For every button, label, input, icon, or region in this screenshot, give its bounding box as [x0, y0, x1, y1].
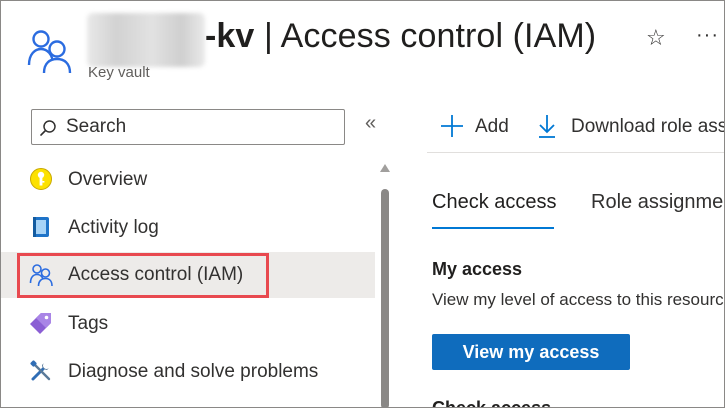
my-access-heading: My access — [432, 259, 523, 279]
more-icon[interactable]: ··· — [696, 25, 719, 45]
view-my-access-button[interactable]: View my access — [432, 334, 630, 370]
check-access-heading: Check access — [432, 398, 552, 408]
sidebar-item-label: Tags — [68, 313, 109, 334]
download-label: Download role assignments — [571, 116, 724, 137]
resource-type-subtitle: Key vault — [88, 64, 150, 81]
redacted-resource-name — [87, 13, 205, 67]
sidebar-item-diagnose[interactable]: Diagnose and solve problems — [17, 349, 373, 395]
sidebar-item-label: Overview — [68, 169, 148, 190]
add-label: Add — [475, 116, 509, 137]
tab-role-assignments[interactable]: Role assignments — [591, 191, 724, 214]
tags-icon — [30, 313, 51, 334]
sidebar-item-label: Diagnose and solve problems — [68, 361, 319, 382]
sidebar-search[interactable] — [31, 109, 345, 145]
my-access-description: View my level of access to this resource… — [432, 290, 725, 309]
scrollbar-thumb[interactable] — [381, 189, 389, 407]
activity-log-icon — [33, 217, 49, 237]
sidebar-item-activity-log[interactable]: Activity log — [17, 205, 373, 251]
tab-check-access[interactable]: Check access — [432, 191, 557, 214]
page-title: -kv | Access control (IAM) — [205, 17, 596, 56]
blade-title: Access control (IAM) — [280, 17, 597, 55]
resource-name-suffix: -kv — [205, 17, 255, 55]
title-separator: | — [254, 17, 281, 55]
active-tab-indicator — [432, 227, 554, 229]
selection-highlight — [17, 253, 269, 298]
toolbar-divider — [427, 152, 724, 153]
sidebar-item-tags[interactable]: Tags — [17, 301, 373, 347]
sidebar-item-overview[interactable]: Overview — [17, 157, 373, 203]
overview-icon — [30, 168, 52, 190]
download-icon — [539, 115, 555, 138]
diagnose-icon — [30, 360, 51, 381]
sidebar-item-label: Activity log — [68, 217, 159, 238]
search-input[interactable] — [66, 114, 336, 140]
search-icon — [40, 120, 56, 136]
app-frame: -kv | Access control (IAM) Key vault ☆ ·… — [0, 0, 725, 408]
page-header: -kv | Access control (IAM) Key vault ☆ ·… — [1, 1, 724, 91]
star-icon[interactable]: ☆ — [646, 27, 666, 49]
scroll-up-arrow-icon[interactable] — [380, 164, 390, 172]
collapse-sidebar-icon[interactable]: « — [365, 113, 376, 133]
users-icon — [27, 30, 72, 73]
plus-icon — [441, 115, 463, 137]
